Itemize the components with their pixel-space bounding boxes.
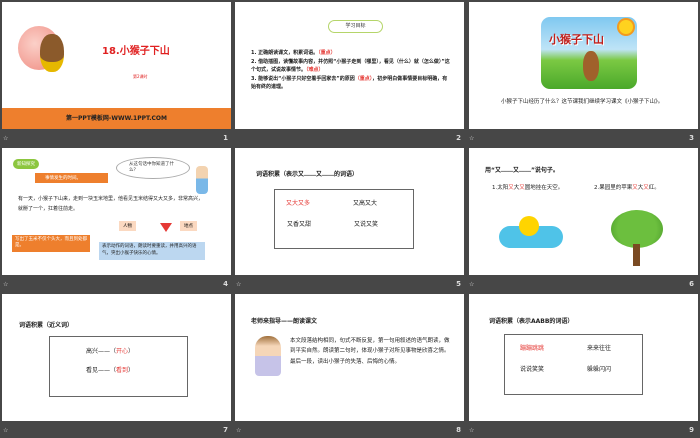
slide-4[interactable]: 新知探究 事情发生的时间。 从这句话中你知道了什么？ 有一天，小猴子下山来，走到… [2,148,231,275]
slide-thumb-2[interactable]: 学习目标 1. 正确朗读课文，积累词语。（重点） 2. 借助插图，读懂故事内容，… [233,0,466,146]
synonym-row-2: 看见——（看到） [86,367,135,374]
slide-thumb-7[interactable]: 词语积累（近义词） 高兴——（开心） 看见——（看到） ☆ 7 [0,292,233,438]
person-label: 人物 [119,221,136,231]
slide-number: 9 [689,426,694,434]
word-2: 又高又大 [353,200,378,207]
slide-number: 8 [456,426,461,434]
monkey-image [40,34,64,72]
slide-title: 18.小猴子下山 [102,46,170,57]
intro-text: 小猴子下山经历了什么？这节课我们继续学习课文《小猴子下山》。 [501,99,664,105]
slide-3[interactable]: 小猴子下山 小猴子下山经历了什么？这节课我们继续学习课文《小猴子下山》。 [469,2,698,129]
star-icon[interactable]: ☆ [236,281,241,288]
word-1: 蹦蹦跳跳 [520,345,545,352]
word-2: 来来往往 [587,345,612,352]
objective-3: 3. 能够说出“小猴子只好空着手回家去”的原因（重点），初步明白做事情要目标明确… [251,75,448,91]
slide-number: 4 [223,280,228,288]
sun-icon [619,20,633,34]
slide-number: 5 [456,280,461,288]
slide-number: 1 [223,134,228,142]
monkey-image [583,51,599,81]
star-icon[interactable]: ☆ [3,427,8,434]
slide-subtitle: 第2课时 [133,74,148,79]
word-4: 躲躲闪闪 [587,366,612,373]
slide-heading: 词语积累（表示AABB的词语） [489,318,574,325]
slide-1[interactable]: 18.小猴子下山 第2课时 第一PPT模板网-WWW.1PPT.COM [2,2,231,129]
word-4: 又说又笑 [354,221,379,228]
tree-trunk-image [633,244,640,266]
slide-heading: 老师来指导——朗读课文 [251,318,318,325]
sentence-1: 1.太阳又大又圆地挂在天空。 [492,185,564,191]
word-3: 说说笑笑 [520,366,545,373]
objective-1: 1. 正确朗读课文，积累词语。（重点） [251,50,336,56]
slide-number: 2 [456,134,461,142]
place-label: 地点 [180,221,197,231]
slide-number: 3 [689,134,694,142]
star-icon[interactable]: ☆ [3,135,8,142]
objectives-heading: 学习目标 [328,20,383,33]
objectives-list: 1. 正确朗读课文，积累词语。（重点） 2. 借助插图，读懂故事内容，并仿照“小… [251,49,451,92]
slide-thumb-1[interactable]: 18.小猴子下山 第2课时 第一PPT模板网-WWW.1PPT.COM ☆ 1 [0,0,233,146]
teacher-image [255,336,281,376]
star-icon[interactable]: ☆ [236,427,241,434]
slide-thumb-9[interactable]: 词语积累（表示AABB的词语） 蹦蹦跳跳 来来往往 说说笑笑 躲躲闪闪 ☆ 9 [466,292,699,438]
guidance-text: 本文段落结构相同，句式不断反复，第一句用叙述的语气朗读，做到平实自然。朗读第二句… [290,338,450,365]
slide-8[interactable]: 老师来指导——朗读课文 本文段落结构相同，句式不断反复，第一句用叙述的语气朗读，… [235,294,464,421]
star-icon[interactable]: ☆ [3,281,8,288]
note-left: 写出了玉米不仅个头大，而且到处都是。 [12,235,90,252]
slide-thumb-5[interactable]: 词语积累（表示又……又……的词语） 又大又多 又高又大 又香又甜 又说又笑 ☆ 5 [233,146,466,292]
slide-thumb-4[interactable]: 新知探究 事情发生的时间。 从这句话中你知道了什么？ 有一天，小猴子下山来，走到… [0,146,233,292]
slide-thumb-6[interactable]: 用“又……又……”说句子。 1.太阳又大又圆地挂在天空。 2.果园里的苹果又大又… [466,146,699,292]
thought-bubble: 从这句话中你知道了什么？ [116,157,190,179]
star-icon[interactable]: ☆ [469,427,474,434]
time-callout: 事情发生的时间。 [35,173,108,183]
boy-image [196,166,208,194]
slide-heading: 词语积累（表示又……又……的词语） [256,171,359,178]
word-3: 又香又甜 [287,221,312,228]
cartoon-image: 小猴子下山 [541,17,637,89]
slide-5[interactable]: 词语积累（表示又……又……的词语） 又大又多 又高又大 又香又甜 又说又笑 [235,148,464,275]
sun-icon [519,216,539,236]
banner-text: 第一PPT模板网-WWW.1PPT.COM [66,115,167,122]
slide-thumb-3[interactable]: 小猴子下山 小猴子下山经历了什么？这节课我们继续学习课文《小猴子下山》。 ☆ 3 [466,0,699,146]
slide-9[interactable]: 词语积累（表示AABB的词语） 蹦蹦跳跳 来来往往 说说笑笑 躲躲闪闪 [469,294,698,421]
tree-canopy-image [611,210,663,248]
sentence-2: 2.果园里的苹果又大又红。 [594,185,660,191]
word-box [274,189,414,249]
slide-6[interactable]: 用“又……又……”说句子。 1.太阳又大又圆地挂在天空。 2.果园里的苹果又大又… [469,148,698,275]
tag-new-knowledge: 新知探究 [13,159,39,169]
synonym-row-1: 高兴——（开心） [86,348,135,355]
slide-heading: 用“又……又……”说句子。 [485,167,559,174]
arrow-down-icon [160,223,172,232]
banner: 第一PPT模板网-WWW.1PPT.COM [2,108,231,129]
slide-2[interactable]: 学习目标 1. 正确朗读课文，积累词语。（重点） 2. 借助插图，读懂故事内容，… [235,2,464,129]
word-1: 又大又多 [286,200,311,207]
objective-2: 2. 借助插图，读懂故事内容，并仿照“小猴子走到（哪里），看见（什么）就（怎么做… [251,58,450,74]
slide-7[interactable]: 词语积累（近义词） 高兴——（开心） 看见——（看到） [2,294,231,421]
passage: 有一天，小猴子下山来，走到一块玉米地里，他看见玉米结得又大又多，非常高兴，就掰了… [18,196,204,212]
image-title: 小猴子下山 [549,33,604,46]
slide-heading: 词语积累（近义词） [19,322,74,329]
star-icon[interactable]: ☆ [469,135,474,142]
star-icon[interactable]: ☆ [469,281,474,288]
slide-number: 7 [223,426,228,434]
slide-number: 6 [689,280,694,288]
slide-thumb-8[interactable]: 老师来指导——朗读课文 本文段落结构相同，句式不断反复，第一句用叙述的语气朗读，… [233,292,466,438]
note-right: 表示动作的词语，朗读时要重读，并用高兴的语气，突出小猴子快乐的心情。 [99,242,205,260]
